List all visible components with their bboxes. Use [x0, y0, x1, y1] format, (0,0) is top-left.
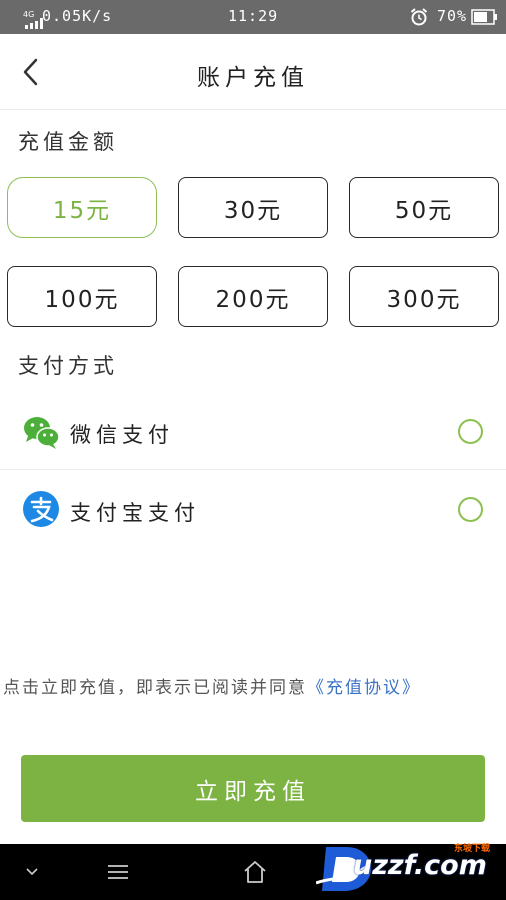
payment-section-title: 支付方式 — [18, 354, 118, 378]
chevron-down-icon — [26, 868, 38, 876]
menu-icon — [108, 865, 128, 879]
battery-percent: 70% — [437, 7, 468, 25]
agreement-text: 点击立即充值，即表示已阅读并同意《充值协议》 — [3, 674, 503, 702]
amount-option-100[interactable]: 100元 — [7, 266, 157, 327]
page-title: 账户充值 — [197, 65, 309, 91]
wechat-pay-label: 微信支付 — [70, 423, 174, 447]
agreement-link[interactable]: 《充值协议》 — [307, 678, 421, 698]
watermark-text: uzzf.com — [353, 850, 487, 881]
alipay-radio[interactable] — [458, 497, 483, 522]
payment-method-alipay[interactable]: 支付宝支付 — [0, 470, 506, 548]
nav-menu-button[interactable] — [103, 858, 133, 886]
home-icon — [244, 861, 266, 883]
wechat-icon — [24, 417, 60, 449]
watermark-sub: 东坡下载 — [454, 844, 491, 854]
alipay-icon — [23, 491, 59, 527]
signal-icon: 4G — [11, 6, 43, 29]
amount-option-50[interactable]: 50元 — [349, 177, 499, 238]
nav-home-button[interactable] — [240, 858, 270, 886]
alarm-icon — [410, 8, 428, 26]
amount-option-30[interactable]: 30元 — [178, 177, 328, 238]
payment-method-wechat[interactable]: 微信支付 — [0, 392, 506, 470]
status-bar: 4G 0.05K/s 11:29 70% — [0, 0, 506, 34]
clock: 11:29 — [228, 7, 279, 25]
watermark-logo: uzzf.com 东坡下载 — [316, 835, 506, 900]
agreement-prefix: 点击立即充值，即表示已阅读并同意 — [3, 678, 307, 698]
alipay-label: 支付宝支付 — [70, 501, 200, 525]
battery-icon — [471, 9, 497, 25]
amount-option-300[interactable]: 300元 — [349, 266, 499, 327]
net-speed: 0.05K/s — [42, 7, 113, 25]
amount-option-15[interactable]: 15元 — [7, 177, 157, 238]
header: 账户充值 — [0, 34, 506, 110]
wechat-radio[interactable] — [458, 419, 483, 444]
recharge-now-button[interactable]: 立即充值 — [21, 755, 485, 822]
amount-option-200[interactable]: 200元 — [178, 266, 328, 327]
amount-section-title: 充值金额 — [18, 130, 118, 154]
nav-hide-button[interactable] — [17, 858, 47, 886]
